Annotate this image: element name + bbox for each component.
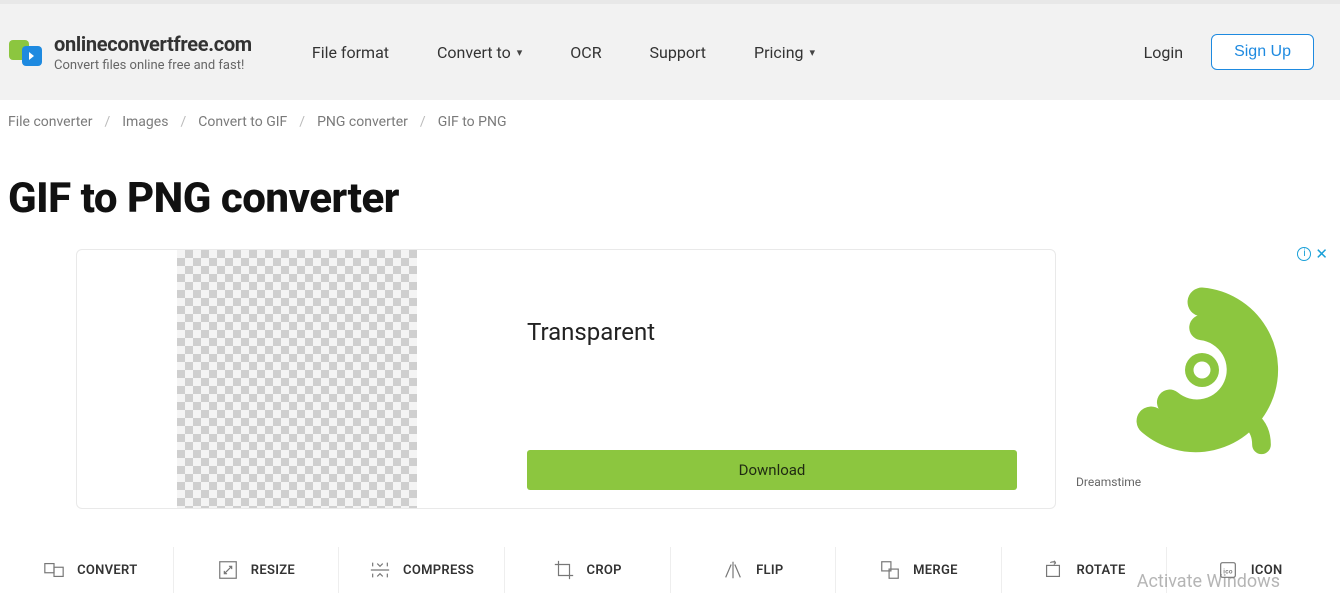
- ad-right: Transparent Download: [417, 250, 1055, 508]
- nav-file-format-label: File format: [312, 43, 389, 62]
- tool-label: ICON: [1251, 563, 1283, 578]
- tool-label: COMPRESS: [403, 563, 474, 578]
- nav-file-format[interactable]: File format: [312, 43, 389, 62]
- merge-icon: [879, 559, 901, 581]
- breadcrumb-item[interactable]: Convert to GIF: [198, 114, 287, 130]
- tool-label: FLIP: [756, 563, 783, 578]
- chevron-down-icon: ▾: [517, 46, 523, 59]
- ad-card[interactable]: Transparent Download: [76, 249, 1056, 509]
- logo-icon: [8, 34, 44, 70]
- breadcrumb-separator: /: [104, 114, 110, 130]
- breadcrumb-item[interactable]: File converter: [8, 114, 92, 130]
- tool-convert[interactable]: CONVERT: [8, 547, 174, 593]
- tool-flip[interactable]: FLIP: [671, 547, 837, 593]
- nav-ocr-label: OCR: [570, 43, 601, 62]
- nav-convert-to[interactable]: Convert to ▾: [437, 43, 522, 62]
- svg-text:ico: ico: [1223, 568, 1233, 576]
- tool-resize[interactable]: RESIZE: [174, 547, 340, 593]
- tool-label: CROP: [587, 563, 622, 578]
- rotate-icon: [1042, 559, 1064, 581]
- tool-label: CONVERT: [77, 563, 137, 578]
- breadcrumb-item[interactable]: Images: [122, 114, 168, 130]
- swirl-icon[interactable]: [1112, 285, 1292, 455]
- content-row: Transparent Download i ✕ Dreamstime: [0, 249, 1340, 509]
- auth-actions: Login Sign Up: [1144, 34, 1332, 70]
- icon-icon: ico: [1217, 559, 1239, 581]
- convert-icon: [43, 559, 65, 581]
- compress-icon: [369, 559, 391, 581]
- breadcrumb-item[interactable]: GIF to PNG: [438, 114, 507, 130]
- tool-crop[interactable]: CROP: [505, 547, 671, 593]
- download-button[interactable]: Download: [527, 450, 1017, 490]
- chevron-down-icon: ▾: [810, 46, 816, 59]
- brand-subtitle: Convert files online free and fast!: [54, 58, 252, 73]
- side-ad: i ✕ Dreamstime: [1072, 249, 1332, 509]
- nav-pricing-label: Pricing: [754, 43, 804, 62]
- transparency-checker-icon: [177, 250, 417, 508]
- flip-icon: [722, 559, 744, 581]
- breadcrumb-separator: /: [180, 114, 186, 130]
- breadcrumb: File converter / Images / Convert to GIF…: [0, 100, 1340, 144]
- nav-convert-to-label: Convert to: [437, 43, 511, 62]
- login-link[interactable]: Login: [1144, 43, 1183, 62]
- tool-label: RESIZE: [251, 563, 295, 578]
- tool-compress[interactable]: COMPRESS: [339, 547, 505, 593]
- ad-close-icon[interactable]: ✕: [1315, 245, 1328, 263]
- nav-support[interactable]: Support: [650, 43, 706, 62]
- ad-info-icon[interactable]: i: [1297, 247, 1311, 261]
- breadcrumb-separator: /: [420, 114, 426, 130]
- brand[interactable]: onlineconvertfree.com Convert files onli…: [8, 32, 252, 73]
- side-ad-label: Dreamstime: [1076, 475, 1141, 489]
- main-nav: File format Convert to ▾ OCR Support Pri…: [312, 43, 815, 62]
- nav-ocr[interactable]: OCR: [570, 43, 601, 62]
- nav-pricing[interactable]: Pricing ▾: [754, 43, 815, 62]
- tools-row: CONVERT RESIZE COMPRESS CROP FLIP MERGE: [0, 547, 1340, 593]
- crop-icon: [553, 559, 575, 581]
- tool-label: ROTATE: [1076, 563, 1125, 578]
- tool-rotate[interactable]: ROTATE: [1002, 547, 1168, 593]
- nav-support-label: Support: [650, 43, 706, 62]
- header: onlineconvertfree.com Convert files onli…: [0, 0, 1340, 100]
- tool-icon-convert[interactable]: ico ICON: [1167, 547, 1332, 593]
- tool-label: MERGE: [913, 563, 958, 578]
- ad-title: Transparent: [527, 318, 1027, 346]
- brand-title: onlineconvertfree.com: [54, 32, 252, 56]
- signup-button[interactable]: Sign Up: [1211, 34, 1314, 70]
- breadcrumb-separator: /: [299, 114, 305, 130]
- page-title: GIF to PNG converter: [0, 144, 1340, 249]
- resize-icon: [217, 559, 239, 581]
- breadcrumb-item[interactable]: PNG converter: [317, 114, 408, 130]
- tool-merge[interactable]: MERGE: [836, 547, 1002, 593]
